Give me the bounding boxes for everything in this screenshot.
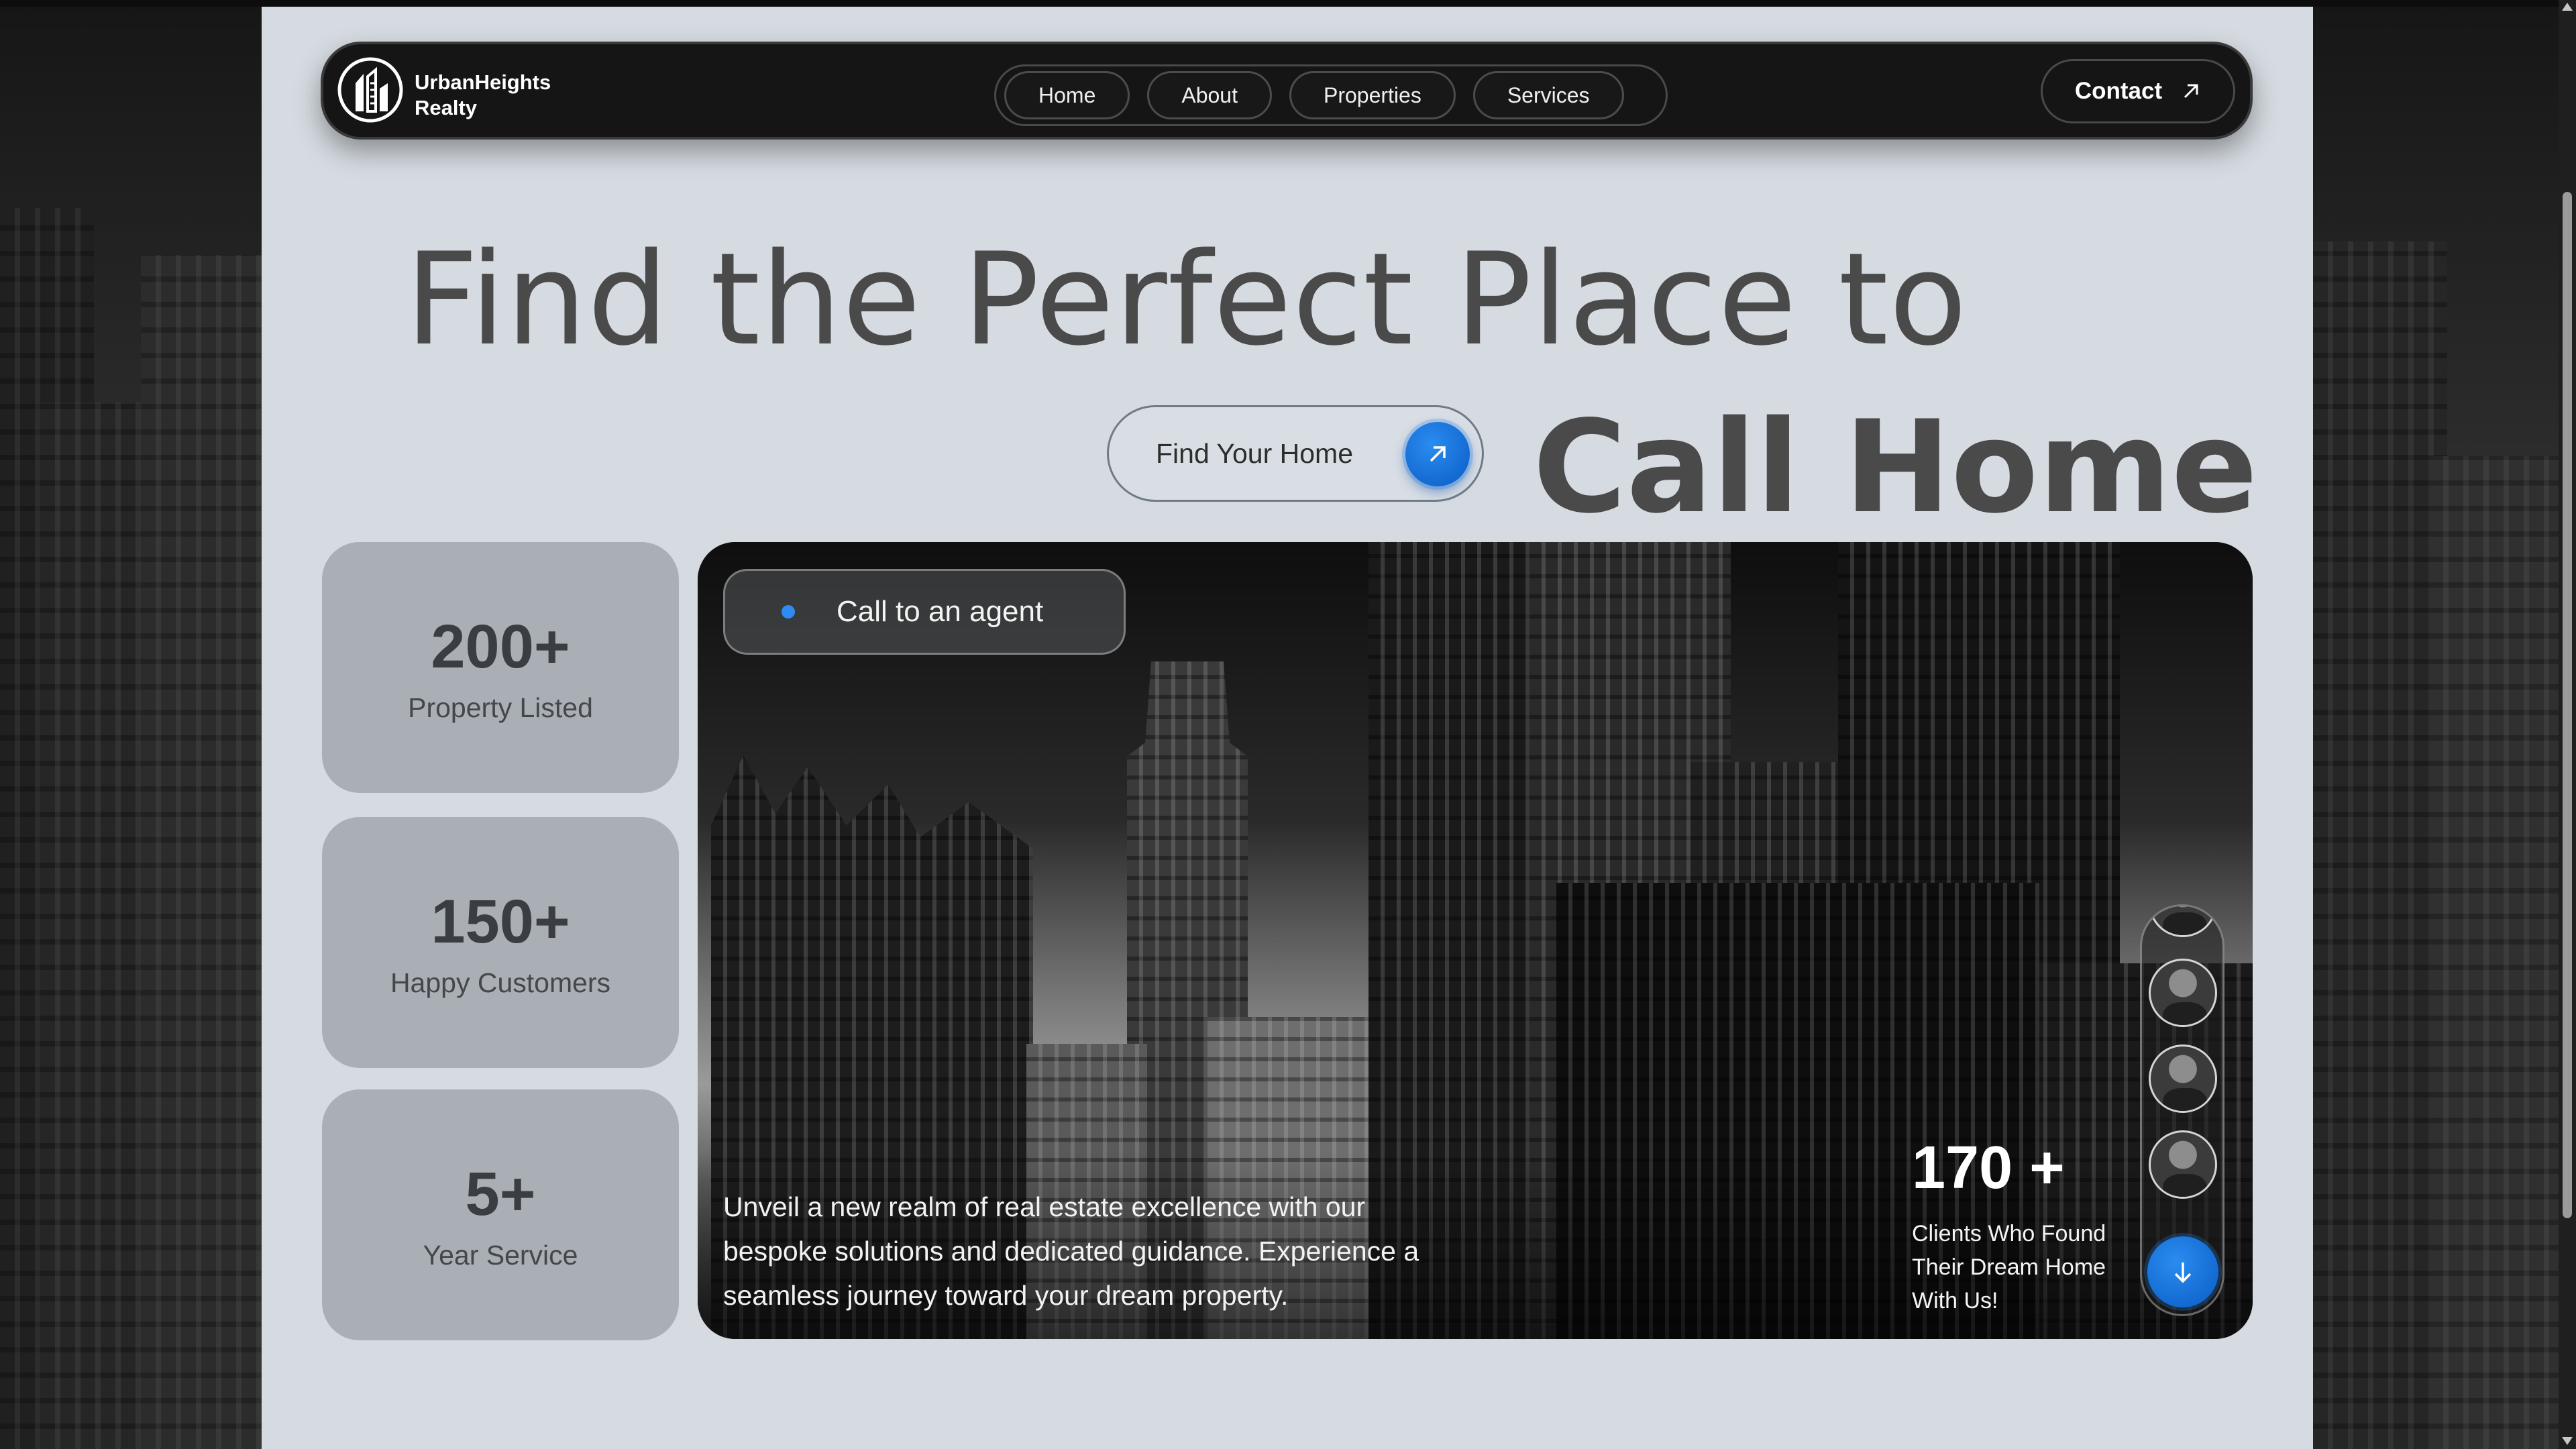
arrow-up-right-icon	[1405, 422, 1470, 486]
avatar	[2149, 906, 2217, 937]
nav-about[interactable]: About	[1147, 71, 1272, 119]
stat-label: Year Service	[423, 1240, 578, 1271]
stat-value: 5+	[465, 1160, 536, 1228]
background-building	[2428, 456, 2563, 1449]
stat-card-customers: 150+ Happy Customers	[322, 817, 679, 1068]
scroll-thumb[interactable]	[2563, 192, 2572, 1218]
contact-label: Contact	[2074, 78, 2163, 104]
avatar	[2149, 1044, 2217, 1113]
status-dot	[782, 605, 795, 619]
page-scrollbar[interactable]	[2559, 0, 2576, 1449]
background-building	[141, 255, 262, 1449]
window-top-strip	[0, 0, 2576, 7]
arrow-down-icon	[2174, 1263, 2192, 1283]
call-agent-button[interactable]: Call to an agent	[723, 569, 1126, 655]
stat-card-years: 5+ Year Service	[322, 1089, 679, 1340]
stat-value: 150+	[431, 888, 570, 956]
stat-value: 200+	[431, 612, 570, 681]
headline-line2: Call Home	[1533, 393, 2258, 541]
find-your-home-label: Find Your Home	[1156, 437, 1354, 469]
page: UrbanHeights Realty Home About Propertie…	[262, 7, 2313, 1449]
navbar: UrbanHeights Realty Home About Propertie…	[321, 42, 2253, 140]
brand-name[interactable]: UrbanHeights Realty	[415, 70, 589, 121]
scroll-down-arrow-icon[interactable]	[2562, 1437, 2573, 1445]
stat-label: Property Listed	[408, 692, 593, 723]
building-logo-icon[interactable]	[337, 56, 404, 123]
nav-services[interactable]: Services	[1472, 71, 1624, 119]
stat-label: Happy Customers	[390, 967, 611, 998]
background-building	[40, 402, 141, 1449]
call-agent-label: Call to an agent	[837, 595, 1044, 628]
avatar	[2149, 959, 2217, 1027]
contact-button[interactable]: Contact	[2041, 59, 2235, 123]
stat-card-properties: 200+ Property Listed	[322, 542, 679, 793]
nav-home[interactable]: Home	[1004, 71, 1130, 119]
client-avatars	[2140, 904, 2224, 1316]
avatar	[2149, 1130, 2217, 1199]
headline-line1: Find the Perfect Place to	[405, 225, 1968, 374]
hero-description: Unveil a new realm of real estate excell…	[723, 1191, 1419, 1311]
scroll-up-arrow-icon[interactable]	[2562, 3, 2573, 11]
clients-count: 170 +	[1912, 1134, 2065, 1201]
find-your-home-button[interactable]: Find Your Home	[1107, 405, 1484, 502]
background-building	[2313, 241, 2447, 1449]
clients-label: Clients Who Found Their Dream Home With …	[1912, 1221, 2106, 1313]
brand-line2: Realty	[415, 96, 478, 119]
hero-city-image: Call to an agent Unveil a new realm of r…	[698, 542, 2253, 1339]
arrow-up-right-icon	[2184, 84, 2198, 99]
brand-line1: UrbanHeights	[415, 70, 551, 94]
nav-links: Home About Properties Services	[994, 64, 1668, 126]
scroll-down-button[interactable]	[2147, 1236, 2218, 1307]
nav-properties[interactable]: Properties	[1289, 71, 1456, 119]
